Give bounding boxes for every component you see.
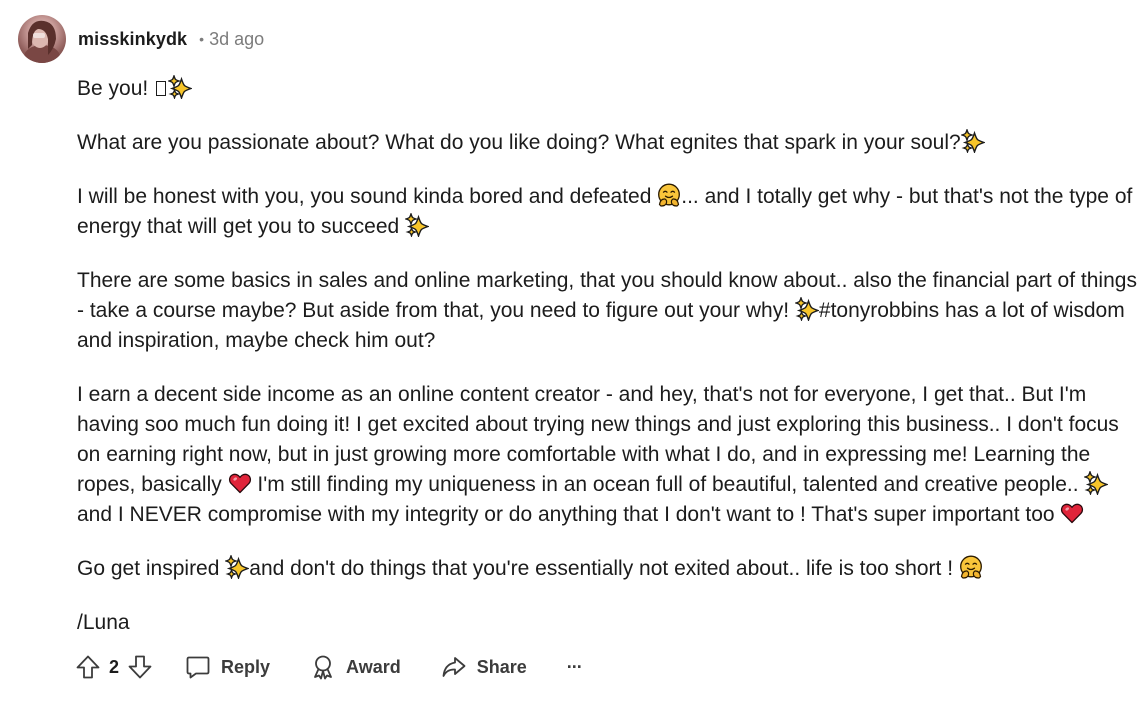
upvote-button[interactable] [75,654,101,680]
share-label: Share [476,656,527,677]
sparkles-emoji [405,213,430,237]
comment-text: Go get inspired [77,557,226,580]
comment-text: What are you passionate about? What do y… [77,131,961,154]
comment-body: Be you! What are you passionate about? W… [77,74,1137,638]
more-options-icon: ··· [566,656,583,677]
avatar[interactable] [18,15,66,63]
comment-text: and I NEVER compromise with my integrity… [77,503,1061,526]
comment-text: I will be honest with you, you sound kin… [77,185,658,208]
more-options-button[interactable]: ··· [566,656,583,678]
sparkles-emoji [1084,471,1109,495]
comment-paragraph: Be you! [77,74,1137,104]
vote-count: 2 [109,656,120,677]
comment-paragraph: What are you passionate about? What do y… [77,128,1137,158]
downvote-button[interactable] [127,654,153,680]
comment: misskinkydk • 3d ago Be you! What are yo… [0,0,1148,701]
comment-header: misskinkydk • 3d ago [18,15,264,63]
comment-paragraph: Go get inspired and don't do things that… [77,554,1137,584]
red-heart-emoji [228,473,251,494]
sparkles-emoji [225,555,250,579]
upvote-arrow-icon [76,655,100,679]
comment-paragraph: There are some basics in sales and onlin… [77,266,1137,356]
comment-paragraph: /Luna [77,608,1137,638]
reply-label: Reply [221,656,271,677]
hugging-face-emoji [959,555,982,579]
reply-button[interactable]: Reply [185,654,270,680]
comment-paragraph: I will be honest with you, you sound kin… [77,182,1137,242]
share-button[interactable]: Share [441,654,527,680]
award-label: Award [346,656,401,677]
comment-text: Be you! [77,77,155,100]
separator-dot: • [199,31,205,47]
author-username[interactable]: misskinkydk [78,29,187,50]
avatar-image [24,20,60,63]
share-arrow-icon [442,657,466,677]
missing-glyph-box [156,81,167,96]
award-ribbon-icon [314,655,332,680]
downvote-arrow-icon [128,655,152,679]
sparkles-emoji [168,75,193,99]
speech-bubble-icon [186,656,210,679]
timestamp[interactable]: 3d ago [209,29,264,50]
sparkles-emoji [960,129,985,153]
comment-text: /Luna [77,611,130,634]
sparkles-emoji [794,297,819,321]
comment-actions: 2 Reply Award Share ··· [75,650,583,684]
comment-text: I'm still finding my uniqueness in an oc… [251,473,1085,496]
comment-text: and don't do things that you're essentia… [249,557,959,580]
award-button[interactable]: Award [310,654,401,680]
comment-paragraph: I earn a decent side income as an online… [77,380,1137,530]
hugging-face-emoji [658,183,681,207]
red-heart-emoji [1061,503,1084,524]
